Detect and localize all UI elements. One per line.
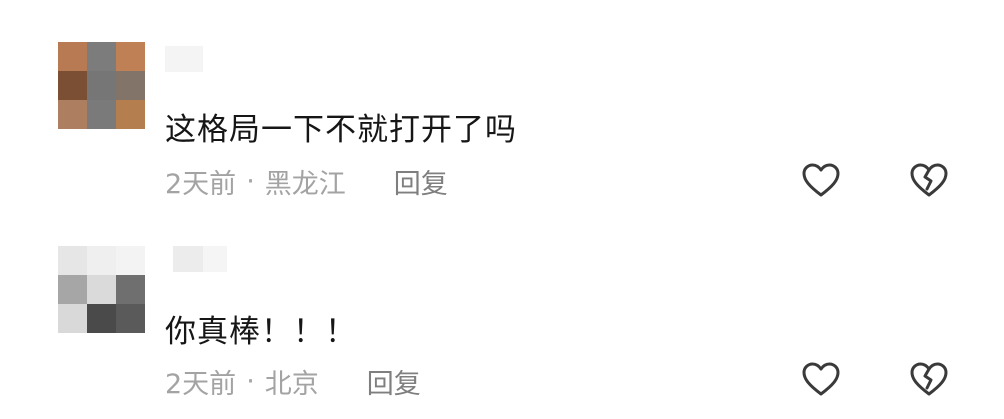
meta-separator: · <box>246 166 255 197</box>
avatar[interactable] <box>58 42 145 129</box>
comment-time: 2天前 <box>165 169 237 200</box>
reply-button[interactable]: 回复 <box>394 162 448 201</box>
avatar-pixel <box>58 275 87 304</box>
dislike-button[interactable] <box>909 161 949 201</box>
comment-text: 这格局一下不就打开了吗 <box>165 112 517 148</box>
avatar-pixel <box>87 42 116 71</box>
heart-outline-icon <box>802 163 840 197</box>
avatar-pixel <box>116 304 145 333</box>
meta-separator: · <box>246 366 255 397</box>
avatar-pixel <box>58 71 87 100</box>
like-button[interactable] <box>801 161 841 201</box>
avatar-pixel <box>116 275 145 304</box>
broken-heart-icon <box>910 362 948 396</box>
avatar-pixel <box>87 71 116 100</box>
comment-location: 北京 <box>264 369 319 400</box>
avatar-pixel <box>87 304 116 333</box>
avatar-pixel <box>87 275 116 304</box>
username-blurred[interactable] <box>165 246 235 272</box>
dislike-button[interactable] <box>909 360 949 400</box>
comment-location: 黑龙江 <box>264 169 346 200</box>
avatar-pixel <box>58 246 87 275</box>
comment-item: 这格局一下不就打开了吗 2天前 · 黑龙江 回复 <box>0 0 1004 210</box>
comment-time: 2天前 <box>165 369 237 400</box>
avatar-pixel <box>58 42 87 71</box>
comment-meta: 2天前 · 黑龙江 回复 <box>165 162 448 201</box>
comment-item: 你真棒！！！ 2天前 · 北京 回复 <box>0 210 1004 419</box>
comment-meta: 2天前 · 北京 回复 <box>165 362 421 401</box>
avatar[interactable] <box>58 246 145 333</box>
avatar-pixel <box>116 246 145 275</box>
comment-text: 你真棒！！！ <box>165 314 357 350</box>
like-button[interactable] <box>801 360 841 400</box>
heart-outline-icon <box>802 362 840 396</box>
reply-button[interactable]: 回复 <box>367 362 421 401</box>
avatar-pixel <box>58 304 87 333</box>
avatar-pixel <box>87 246 116 275</box>
avatar-pixel <box>116 100 145 129</box>
avatar-pixel <box>58 100 87 129</box>
avatar-pixel <box>87 100 116 129</box>
broken-heart-icon <box>910 163 948 197</box>
avatar-pixel <box>116 42 145 71</box>
avatar-pixel <box>116 71 145 100</box>
username-blurred[interactable] <box>165 46 225 72</box>
